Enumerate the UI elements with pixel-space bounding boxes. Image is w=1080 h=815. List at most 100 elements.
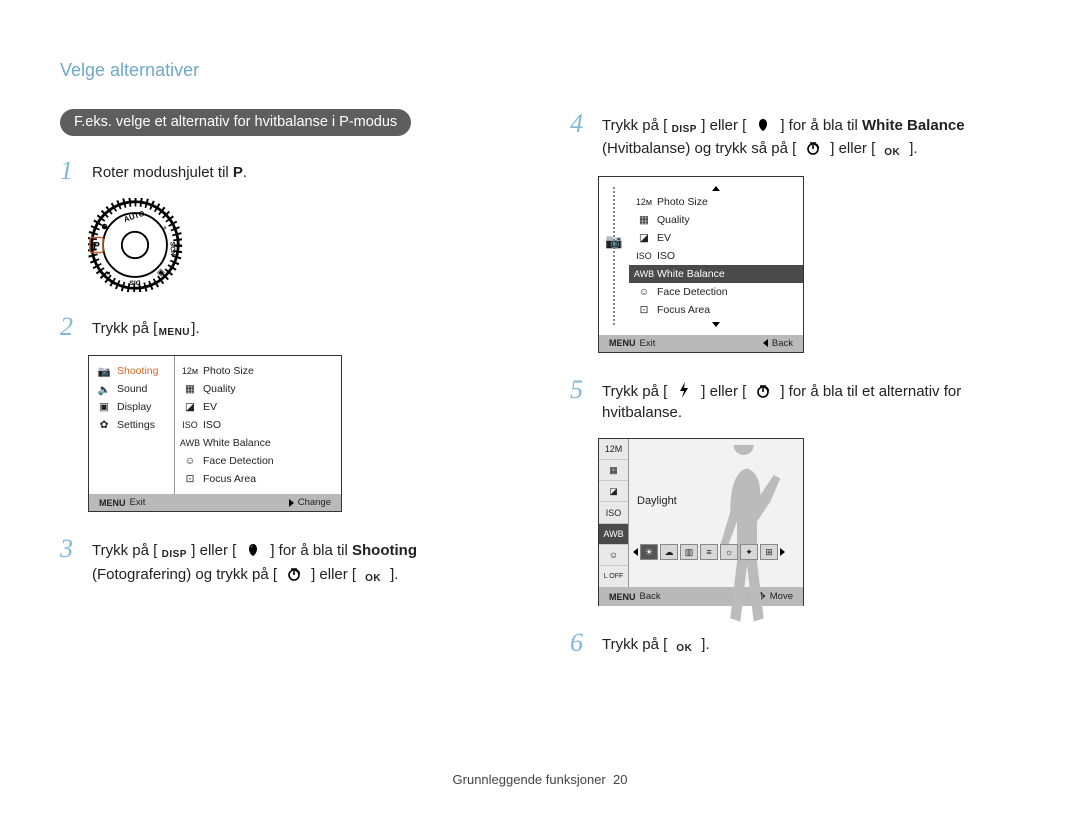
person-silhouette	[697, 445, 797, 628]
s6b: ].	[701, 636, 709, 653]
camera-icon: 📷	[97, 365, 111, 377]
stack-cell-selected: AWB	[599, 524, 628, 545]
step-number-5: 5	[570, 377, 588, 403]
s5c: ] for å bla til et alternativ for	[780, 383, 961, 400]
timer-icon	[796, 140, 830, 156]
stack-cell: L OFF	[599, 566, 628, 587]
menu-left-item-display: ▣Display	[89, 398, 174, 416]
menu-right-label: White Balance	[203, 437, 271, 449]
stack-icon: ▦	[609, 465, 618, 476]
mode-dial-svg: P AUTO ⚬ SCN ▣ DIS ✦ ⚈	[88, 198, 182, 292]
menu-label-icon: MENU	[99, 498, 126, 508]
svg-text:DIS: DIS	[129, 279, 141, 286]
step-number-6: 6	[570, 630, 588, 656]
stack-cell: ISO	[599, 502, 628, 523]
item-label: ISO	[657, 250, 675, 262]
s3l2c: ].	[390, 566, 398, 583]
s3b: ] eller [	[191, 542, 236, 559]
menu-item: ISO ISO	[629, 247, 803, 265]
flash-icon	[667, 382, 701, 398]
photosize-icon: 12м	[183, 365, 197, 377]
menu-right-label: Face Detection	[203, 455, 274, 467]
timer-icon	[277, 566, 311, 582]
face-icon: ☺	[637, 286, 651, 298]
footer-exit: Exit	[640, 338, 656, 349]
quality-icon: ▦	[183, 383, 197, 395]
step2-text-a: Trykk på [	[92, 320, 157, 337]
step-6: 6 Trykk på [OK].	[570, 630, 1020, 657]
svg-text:SCN: SCN	[168, 242, 175, 256]
timer-icon	[746, 383, 780, 399]
example-pill: F.eks. velge et alternativ for hvitbalan…	[60, 109, 411, 136]
menu-left-item-settings: ✿ Settings	[89, 416, 174, 434]
iso-icon: ISO	[183, 419, 197, 431]
ok-button-label: OK	[667, 641, 701, 657]
s3a: Trykk på [	[92, 542, 157, 559]
triangle-left-icon	[763, 339, 768, 347]
scroll-up-icon	[629, 183, 803, 193]
menu-left-label: Sound	[117, 383, 147, 395]
menu-left-item-sound: 🔈 Sound	[89, 380, 174, 398]
macro-icon	[746, 117, 780, 133]
wb-option: ☀	[640, 544, 658, 560]
svg-text:P: P	[93, 241, 100, 252]
step1-text-b: .	[243, 164, 247, 181]
step-number-2: 2	[60, 314, 78, 340]
step-4: 4 Trykk på [DISP] eller [] for å bla til…	[570, 111, 1020, 162]
menu-right-item: ◪EV	[175, 398, 341, 416]
stack-cell: 12M	[599, 439, 628, 460]
item-label: Quality	[657, 214, 690, 226]
stack-icon: L OFF	[604, 573, 624, 580]
ev-icon: ◪	[637, 232, 651, 244]
wb-prev-icon	[633, 548, 638, 556]
stack-icon: ☺	[609, 550, 618, 560]
menu-left-label: Shooting	[117, 365, 158, 377]
display-icon: ▣	[97, 401, 111, 413]
menu-label-icon: MENU	[609, 338, 636, 348]
disp-button-label: DISP	[157, 548, 191, 564]
s4l2b: ] eller [	[830, 140, 875, 157]
menu-right-item: AWBWhite Balance	[175, 434, 341, 452]
item-label: EV	[657, 232, 671, 244]
menu-item: ▦Quality	[629, 211, 803, 229]
gear-icon: ✿	[97, 419, 111, 431]
step-1: 1 Roter modushjulet til P.	[60, 158, 510, 184]
item-label: White Balance	[657, 268, 725, 280]
screenshot-footer: MENU Exit Change	[89, 494, 341, 511]
wb-option: ▥	[680, 544, 698, 560]
disp-button-label: DISP	[667, 122, 701, 138]
wb-selected-label: Daylight	[637, 495, 677, 507]
step-2: 2 Trykk på [MENU].	[60, 314, 510, 341]
wb-option: ⊞	[760, 544, 778, 560]
menu-label-icon: MENU	[609, 592, 636, 602]
menu-right-item: ISOISO	[175, 416, 341, 434]
wb-icon: AWB	[637, 268, 651, 280]
screenshot-wb-select: 12M ▦ ◪ ISO AWB ☺ L OFF Daylight ☀	[598, 438, 804, 606]
stack-cell: ◪	[599, 481, 628, 502]
stack-icon: ◪	[609, 486, 618, 497]
s3c: ] for å bla til	[270, 542, 352, 559]
menu-right-item: ⊡Focus Area	[175, 470, 341, 488]
page-section-title: Velge alternativer	[60, 60, 1020, 81]
footer-label: Grunnleggende funksjoner	[453, 772, 606, 787]
footer-back: Back	[640, 591, 661, 602]
footer-back: Back	[772, 338, 793, 349]
ev-icon: ◪	[183, 401, 197, 413]
s5l2: hvitbalanse.	[602, 404, 682, 421]
stack-icon: 12M	[605, 444, 623, 454]
wb-option: ☁	[660, 544, 678, 560]
left-column: F.eks. velge et alternativ for hvitbalan…	[60, 109, 510, 671]
dotted-connector	[613, 187, 615, 325]
menu-item-selected: AWB White Balance	[629, 265, 803, 283]
screenshot-menu: 📷Shooting 🔈Sound ▣Display ✿Settings 12мP…	[88, 355, 342, 512]
s5b: ] eller [	[701, 383, 746, 400]
sound-icon: 🔈	[97, 383, 111, 395]
photosize-icon: 12м	[637, 196, 651, 208]
step-number-4: 4	[570, 111, 588, 137]
wb-option-strip: ☀ ☁ ▥ ≡ ☼ ✦ ⊞	[633, 543, 799, 561]
menu-left-label: Settings	[117, 419, 155, 431]
stack-cell: ▦	[599, 460, 628, 481]
menu-item: ☺Face Detection	[629, 283, 803, 301]
focus-icon: ⊡	[183, 473, 197, 485]
iso-icon: ISO	[637, 250, 651, 262]
